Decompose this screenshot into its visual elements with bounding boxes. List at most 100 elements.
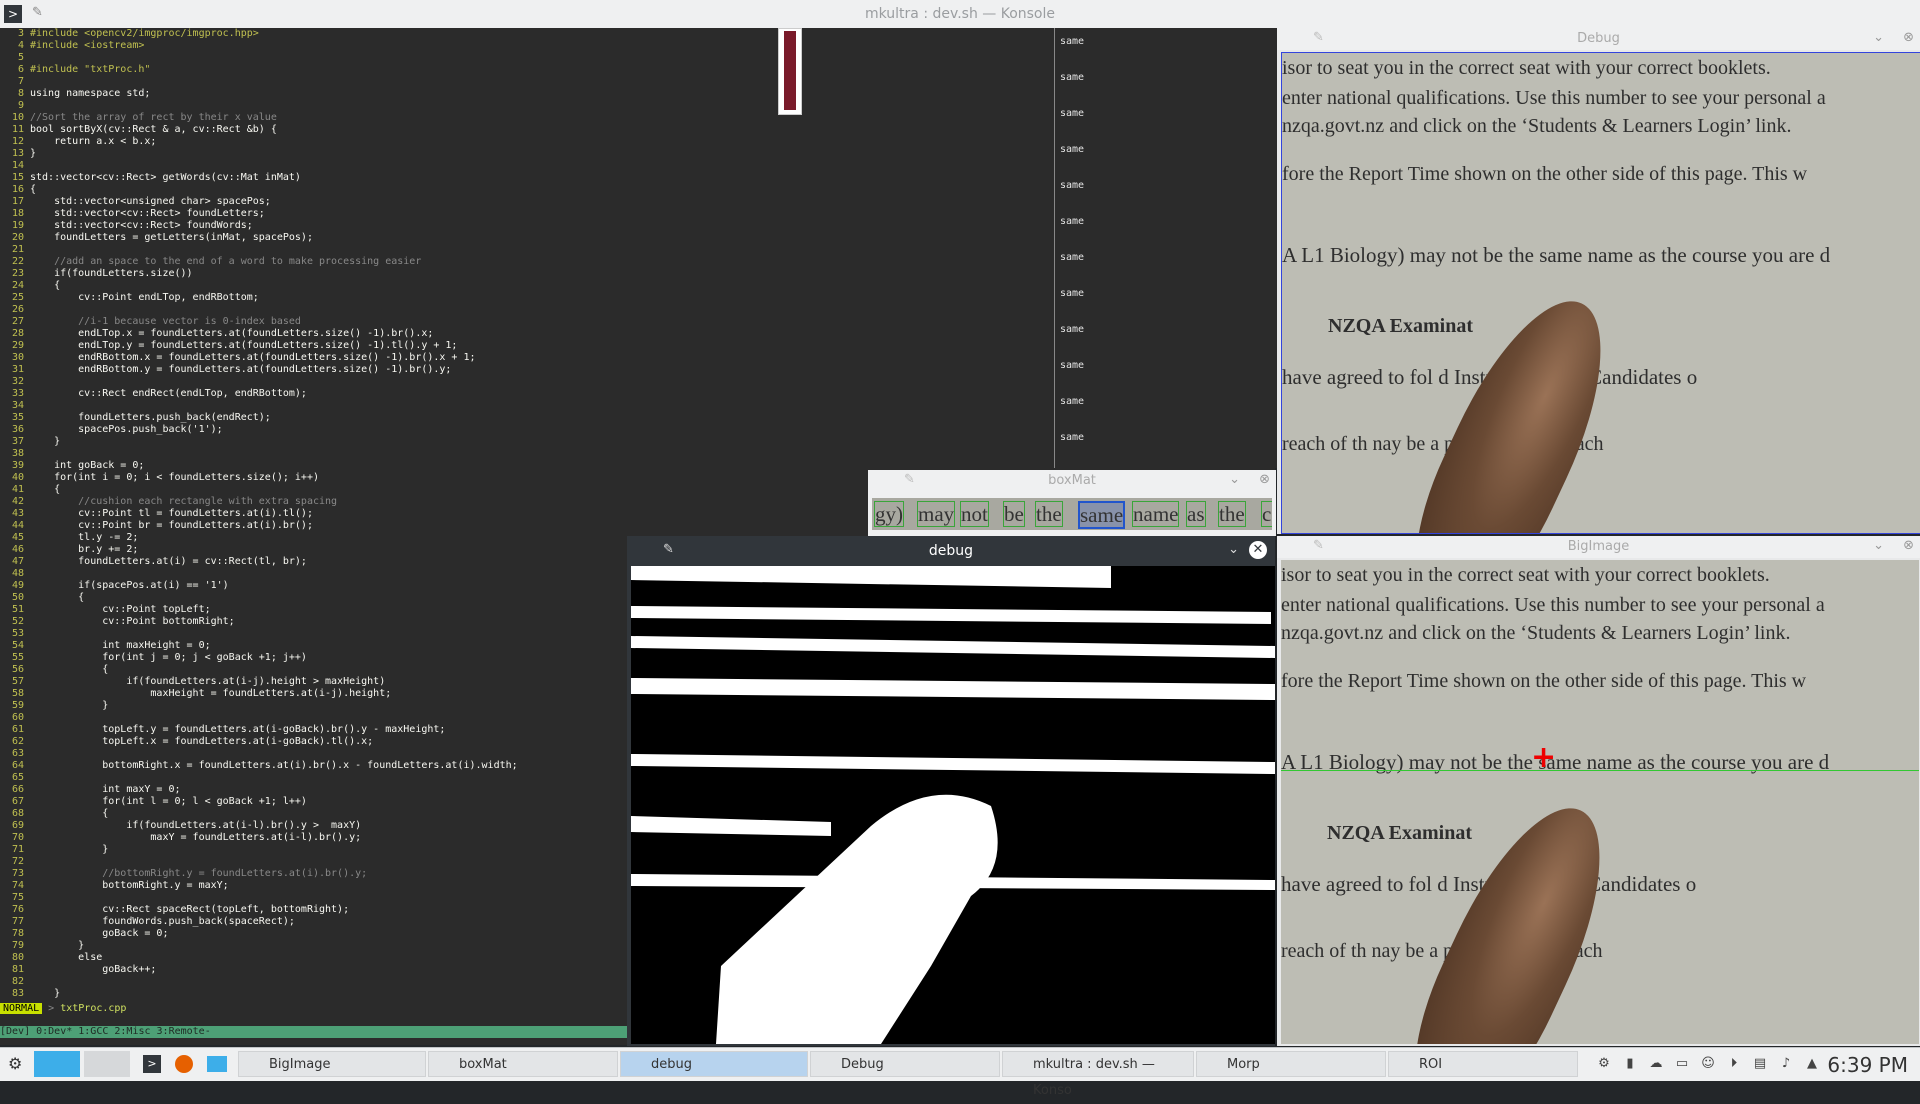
chevron-down-icon[interactable]: ⌄ — [1873, 30, 1884, 45]
code-line[interactable]: 38 — [0, 448, 518, 460]
pin-icon[interactable]: ✎ — [663, 542, 674, 557]
code-line[interactable]: 21 — [0, 244, 518, 256]
code-line[interactable]: 83 } — [0, 988, 518, 1000]
code-line[interactable]: 8 using namespace std; — [0, 88, 518, 100]
debug-window[interactable]: Debug ✎ ⌄ ⊗ isor to seat you in the corr… — [1277, 28, 1920, 534]
code-line[interactable]: 26 — [0, 304, 518, 316]
code-line[interactable]: 66 int maxY = 0; — [0, 784, 518, 796]
code-line[interactable]: 52 cv::Point bottomRight; — [0, 616, 518, 628]
code-line[interactable]: 47 foundLetters.at(i) = cv::Rect(tl, br)… — [0, 556, 518, 568]
code-line[interactable]: 37 } — [0, 436, 518, 448]
pin-icon[interactable]: ✎ — [904, 472, 915, 487]
code-line[interactable]: 31 endRBottom.y = foundLetters.at(foundL… — [0, 364, 518, 376]
code-line[interactable]: 67 for(int l = 0; l < goBack +1; l++) — [0, 796, 518, 808]
code-line[interactable]: 3 #include <opencv2/imgproc/imgproc.hpp> — [0, 28, 518, 40]
code-line[interactable]: 18 std::vector<cv::Rect> foundLetters; — [0, 208, 518, 220]
code-line[interactable]: 59 } — [0, 700, 518, 712]
code-line[interactable]: 82 — [0, 976, 518, 988]
code-line[interactable]: 50 { — [0, 592, 518, 604]
bigimage-window[interactable]: BigImage ✎ ⌄ ⊗ isor to seat you in the c… — [1277, 536, 1920, 1046]
code-line[interactable]: 54 int maxHeight = 0; — [0, 640, 518, 652]
terminal-launcher-icon[interactable]: > — [143, 1055, 161, 1073]
code-line[interactable]: 78 goBack = 0; — [0, 928, 518, 940]
code-line[interactable]: 40 for(int i = 0; i < foundLetters.size(… — [0, 472, 518, 484]
code-line[interactable]: 36 spacePos.push_back('1'); — [0, 424, 518, 436]
code-line[interactable]: 12 return a.x < b.x; — [0, 136, 518, 148]
firefox-icon[interactable] — [175, 1055, 193, 1073]
code-line[interactable]: 41 { — [0, 484, 518, 496]
chevron-down-icon[interactable]: ⌄ — [1229, 472, 1240, 487]
code-line[interactable]: 34 — [0, 400, 518, 412]
code-line[interactable]: 43 cv::Point tl = foundLetters.at(i).tl(… — [0, 508, 518, 520]
code-line[interactable]: 42 //cushion each rectangle with extra s… — [0, 496, 518, 508]
code-line[interactable]: 4 #include <iostream> — [0, 40, 518, 52]
code-line[interactable]: 72 — [0, 856, 518, 868]
code-line[interactable]: 22 //add an space to the end of a word t… — [0, 256, 518, 268]
close-icon[interactable]: ⊗ — [1259, 472, 1270, 487]
code-line[interactable]: 77 foundWords.push_back(spaceRect); — [0, 916, 518, 928]
code-line[interactable]: 60 — [0, 712, 518, 724]
usb-icon[interactable]: ▮ — [1622, 1056, 1638, 1072]
right-terminal-pane[interactable]: same same same same same same same same same same… — [1054, 28, 1277, 468]
scrollbar-thumb[interactable] — [778, 28, 802, 115]
code-line[interactable]: 49 if(spacePos.at(i) == '1') — [0, 580, 518, 592]
code-line[interactable]: 20 foundLetters = getLetters(inMat, spac… — [0, 232, 518, 244]
code-line[interactable]: 39 int goBack = 0; — [0, 460, 518, 472]
user-icon[interactable]: ☺ — [1700, 1056, 1716, 1072]
close-icon[interactable]: ⊗ — [1903, 538, 1914, 553]
code-line[interactable]: 74 bottomRight.y = maxY; — [0, 880, 518, 892]
code-line[interactable]: 80 else — [0, 952, 518, 964]
code-line[interactable]: 61 topLeft.y = foundLetters.at(i-goBack)… — [0, 724, 518, 736]
pin-icon[interactable]: ✎ — [1313, 30, 1324, 45]
code-line[interactable]: 79 } — [0, 940, 518, 952]
code-view[interactable]: 3 #include <opencv2/imgproc/imgproc.hpp> 4… — [0, 28, 518, 1000]
vim-editor[interactable]: 3 #include <opencv2/imgproc/imgproc.hpp> 4… — [0, 28, 628, 1018]
code-line[interactable]: 56 { — [0, 664, 518, 676]
code-line[interactable]: 29 endLTop.y = foundLetters.at(foundLett… — [0, 340, 518, 352]
code-line[interactable]: 17 std::vector<unsigned char> spacePos; — [0, 196, 518, 208]
code-line[interactable]: 16 { — [0, 184, 518, 196]
code-line[interactable]: 14 — [0, 160, 518, 172]
code-line[interactable]: 76 cv::Rect spaceRect(topLeft, bottomRig… — [0, 904, 518, 916]
chevron-down-icon[interactable]: ⌄ — [1228, 542, 1239, 557]
code-line[interactable]: 73 //bottomRight.y = foundLetters.at(i).… — [0, 868, 518, 880]
code-line[interactable]: 6 #include "txtProc.h" — [0, 64, 518, 76]
tray-expand-icon[interactable]: ▲ — [1804, 1056, 1820, 1072]
code-line[interactable]: 46 br.y += 2; — [0, 544, 518, 556]
volume-icon[interactable]: ♪ — [1778, 1056, 1794, 1072]
code-line[interactable]: 75 — [0, 892, 518, 904]
code-line[interactable]: 69 if(foundLetters.at(i-l).br().y > maxY… — [0, 820, 518, 832]
code-line[interactable]: 58 maxHeight = foundLetters.at(i-j).heig… — [0, 688, 518, 700]
code-line[interactable]: 57 if(foundLetters.at(i-j).height > maxH… — [0, 676, 518, 688]
app-launcher-icon[interactable]: ⚙ — [8, 1054, 22, 1073]
taskbar-task[interactable]: Morp — [1196, 1051, 1386, 1077]
code-line[interactable]: 25 cv::Point endLTop, endRBottom; — [0, 292, 518, 304]
clock[interactable]: 6:39 PM — [1827, 1053, 1908, 1077]
taskbar-task[interactable]: BigImage — [238, 1051, 426, 1077]
code-line[interactable]: 23 if(foundLetters.size()) — [0, 268, 518, 280]
taskbar-task[interactable]: Debug — [810, 1051, 1000, 1077]
code-line[interactable]: 15 std::vector<cv::Rect> getWords(cv::Mat… — [0, 172, 518, 184]
code-line[interactable]: 48 — [0, 568, 518, 580]
code-line[interactable]: 30 endRBottom.x = foundLetters.at(foundL… — [0, 352, 518, 364]
code-line[interactable]: 19 std::vector<cv::Rect> foundWords; — [0, 220, 518, 232]
code-line[interactable]: 13} — [0, 148, 518, 160]
folder-icon[interactable] — [207, 1056, 227, 1072]
taskbar-task[interactable]: boxMat — [428, 1051, 618, 1077]
taskbar-task[interactable]: ROI — [1388, 1051, 1578, 1077]
code-line[interactable]: 32 — [0, 376, 518, 388]
code-line[interactable]: 64 bottomRight.x = foundLetters.at(i).br… — [0, 760, 518, 772]
pin-icon[interactable]: ✎ — [1313, 538, 1324, 553]
code-line[interactable]: 55 for(int j = 0; j < goBack +1; j++) — [0, 652, 518, 664]
close-icon[interactable]: ⊗ — [1903, 30, 1914, 45]
updates-icon[interactable]: ☁ — [1648, 1056, 1664, 1072]
network-icon[interactable]: ⚙ — [1596, 1056, 1612, 1072]
code-line[interactable]: 5 — [0, 52, 518, 64]
chevron-down-icon[interactable]: ⌄ — [1873, 538, 1884, 553]
code-line[interactable]: 62 topLeft.x = foundLetters.at(i-goBack)… — [0, 736, 518, 748]
clipboard-icon[interactable]: ▤ — [1752, 1056, 1768, 1072]
display-icon[interactable]: ▭ — [1674, 1056, 1690, 1072]
code-line[interactable]: 27 //i-1 because vector is 0-index based — [0, 316, 518, 328]
code-line[interactable]: 44 cv::Point br = foundLetters.at(i).br(… — [0, 520, 518, 532]
code-line[interactable]: 35 foundLetters.push_back(endRect); — [0, 412, 518, 424]
